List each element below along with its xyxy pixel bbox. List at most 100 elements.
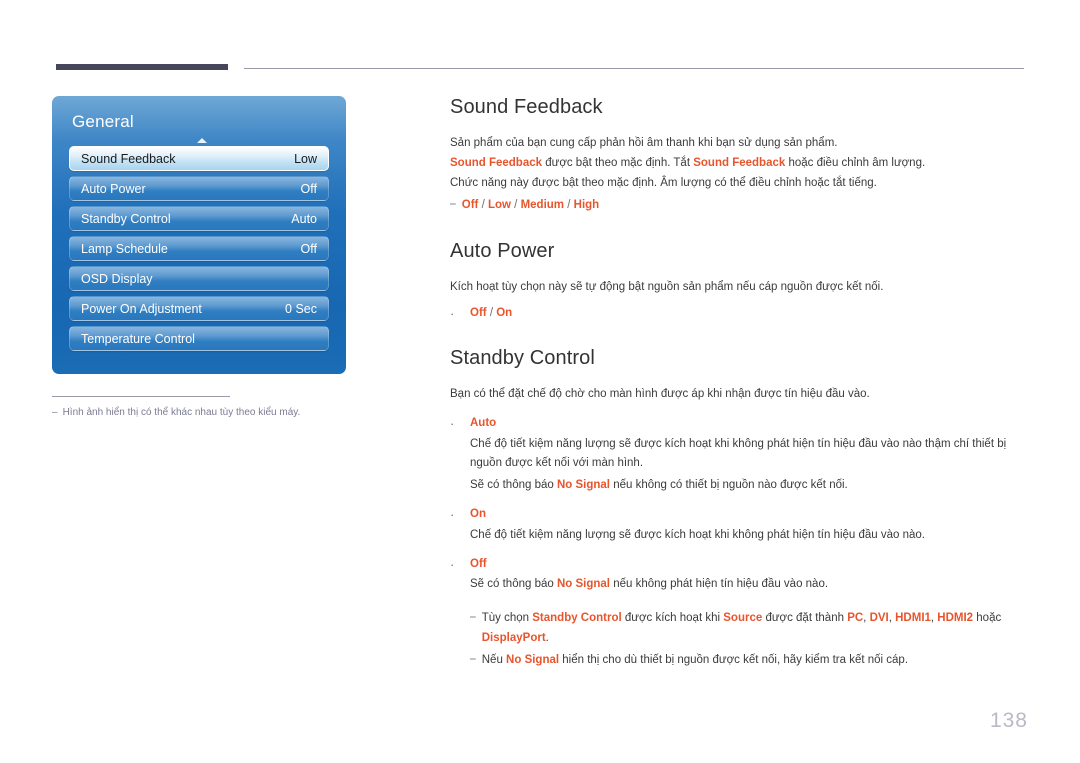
osd-row-sound-feedback[interactable]: Sound Feedback Low	[69, 146, 329, 171]
option-medium: Medium	[520, 199, 565, 212]
option-separator: /	[567, 199, 571, 212]
option-off: Off	[461, 199, 479, 212]
footnote-dash-marker: ‒	[52, 407, 58, 418]
osd-row-power-on-adjustment[interactable]: Power On Adjustment 0 Sec	[69, 296, 329, 321]
option-high: High	[573, 199, 600, 212]
osd-row-value: 0 Sec	[285, 301, 317, 316]
bullet-head: · Auto	[450, 414, 1030, 435]
osd-row-value: Off	[300, 181, 317, 196]
note-text-part: .	[545, 631, 549, 644]
osd-row-value: Auto	[291, 211, 317, 226]
page-number: 138	[989, 709, 1028, 732]
osd-row-value: Low	[294, 151, 317, 166]
osd-scroll-up-arrow-icon	[52, 134, 346, 146]
bullet-dot-marker: ·	[450, 556, 455, 572]
term-hdmi1: HDMI1	[895, 612, 931, 625]
auto-power-options-bullet: · Off / On	[450, 304, 1030, 324]
term-sound-feedback: Sound Feedback	[693, 156, 786, 169]
bullet-dot-marker: ·	[450, 415, 455, 431]
osd-row-auto-power[interactable]: Auto Power Off	[69, 176, 329, 201]
body-text: Sẽ có thông báo	[470, 578, 557, 591]
option-off: Off	[470, 306, 487, 319]
body-text: Chế độ tiết kiệm năng lượng sẽ được kích…	[470, 437, 1007, 470]
body-text: Sẽ có thông báo	[470, 479, 557, 492]
note-dash-marker: ⎯	[470, 653, 476, 666]
note-dash-marker: ⎯	[470, 611, 476, 624]
body-line: Bạn có thể đặt chế độ chờ cho màn hình đ…	[450, 388, 870, 401]
osd-row-osd-display[interactable]: OSD Display	[69, 266, 329, 291]
option-separator: /	[514, 199, 518, 212]
option-list: Off / Low / Medium / High	[462, 196, 599, 216]
note-text-part: hoặc	[973, 612, 1002, 625]
note-text-part: được đặt thành	[762, 612, 848, 625]
term-standby-control: Standby Control	[532, 612, 622, 625]
note-item: ⎯ Tùy chọn Standby Control được kích hoạ…	[470, 609, 1030, 648]
term-sound-feedback: Sound Feedback	[450, 156, 543, 169]
option-list: Off / On	[470, 304, 512, 324]
term-pc: PC	[847, 612, 864, 625]
footnote-divider	[52, 396, 230, 397]
osd-row-label: Standby Control	[81, 211, 171, 226]
bullet-dot-marker: ·	[450, 305, 455, 321]
body-text: nếu không phát hiện tín hiệu đầu vào nào…	[610, 578, 829, 591]
section-title: Auto Power	[450, 239, 555, 262]
option-on: On	[496, 306, 513, 319]
option-low: Low	[487, 199, 511, 212]
section-title: Standby Control	[450, 347, 595, 370]
osd-row-standby-control[interactable]: Standby Control Auto	[69, 206, 329, 231]
note-item: ⎯ Nếu No Signal hiển thị cho dù thiết bị…	[470, 651, 1030, 671]
osd-row-label: OSD Display	[81, 271, 153, 286]
osd-row-lamp-schedule[interactable]: Lamp Schedule Off	[69, 236, 329, 261]
term-source: Source	[723, 612, 763, 625]
body-line: Kích hoạt tùy chọn này sẽ tự động bật ng…	[450, 280, 884, 293]
osd-footnote: ‒ Hình ảnh hiển thị có thể khác nhau tùy…	[52, 406, 302, 421]
osd-row-temperature-control[interactable]: Temperature Control	[69, 326, 329, 351]
section-standby-control: Standby Control Bạn có thể đặt chế độ ch…	[450, 347, 1030, 671]
body-text-with-term: Sẽ có thông báo No Signal nếu không có t…	[470, 476, 1030, 496]
osd-row-label: Power On Adjustment	[81, 301, 202, 316]
note-text-part: được kích hoạt khi	[621, 612, 724, 625]
body-line-with-terms: Sound Feedback được bật theo mặc định. T…	[450, 154, 1030, 174]
osd-row-label: Temperature Control	[81, 331, 195, 346]
term-dvi: DVI	[869, 612, 889, 625]
option-separator: /	[489, 306, 494, 319]
term-no-signal: No Signal	[556, 479, 610, 492]
option-separator: /	[481, 199, 485, 212]
osd-row-label: Lamp Schedule	[81, 241, 168, 256]
header-rule-thin	[244, 68, 1024, 69]
note-dash-marker: ⎯	[450, 198, 456, 211]
note-text: Nếu No Signal hiển thị cho dù thiết bị n…	[482, 651, 908, 671]
note-text-part: Nếu	[481, 654, 507, 667]
osd-menu-panel: General Sound Feedback Low Auto Power Of…	[52, 96, 346, 374]
osd-row-label: Auto Power	[81, 181, 146, 196]
note-text-part: hiển thị cho dù thiết bị nguồn được kết …	[559, 654, 909, 667]
section-auto-power: Auto Power Kích hoạt tùy chọn này sẽ tự …	[450, 240, 1030, 323]
option-label: Auto	[470, 416, 497, 429]
body-text: được bật theo mặc định. Tắt	[542, 156, 694, 169]
bullet-head: · On	[450, 505, 1030, 526]
note-text: Tùy chọn Standby Control được kích hoạt …	[482, 609, 1030, 648]
footnote-text: Hình ảnh hiển thị có thể khác nhau tùy t…	[62, 407, 301, 418]
sound-feedback-options-note: ⎯ Off / Low / Medium / High	[450, 196, 1030, 216]
standby-option-auto: · Auto Chế độ tiết kiệm năng lượng sẽ đư…	[450, 414, 1030, 496]
section-title: Sound Feedback	[450, 96, 603, 118]
body-line: Sản phẩm của bạn cung cấp phản hồi âm th…	[450, 137, 838, 149]
bullet-head: · Off	[450, 555, 1030, 576]
bullet-body: Sẽ có thông báo No Signal nếu không phát…	[470, 575, 1030, 595]
osd-menu-rows: Sound Feedback Low Auto Power Off Standb…	[52, 146, 346, 351]
term-no-signal: No Signal	[506, 654, 560, 667]
standby-control-notes: ⎯ Tùy chọn Standby Control được kích hoạ…	[470, 609, 1030, 671]
osd-menu-title: General	[72, 112, 134, 131]
bullet-body: Chế độ tiết kiệm năng lượng sẽ được kích…	[470, 435, 1030, 496]
term-hdmi2: HDMI2	[937, 612, 974, 625]
left-column: General Sound Feedback Low Auto Power Of…	[52, 96, 352, 421]
option-label: Off	[470, 557, 487, 570]
header-rule-thick	[56, 64, 228, 70]
body-text: nếu không có thiết bị nguồn nào được kết…	[610, 479, 848, 492]
term-no-signal: No Signal	[556, 578, 610, 591]
osd-row-value: Off	[300, 241, 317, 256]
body-text: Chế độ tiết kiệm năng lượng sẽ được kích…	[470, 528, 925, 541]
note-text-part: Tùy chọn	[481, 612, 533, 625]
body-text: hoặc điều chỉnh âm lượng.	[785, 156, 926, 169]
osd-footnote-block: ‒ Hình ảnh hiển thị có thể khác nhau tùy…	[52, 396, 302, 421]
